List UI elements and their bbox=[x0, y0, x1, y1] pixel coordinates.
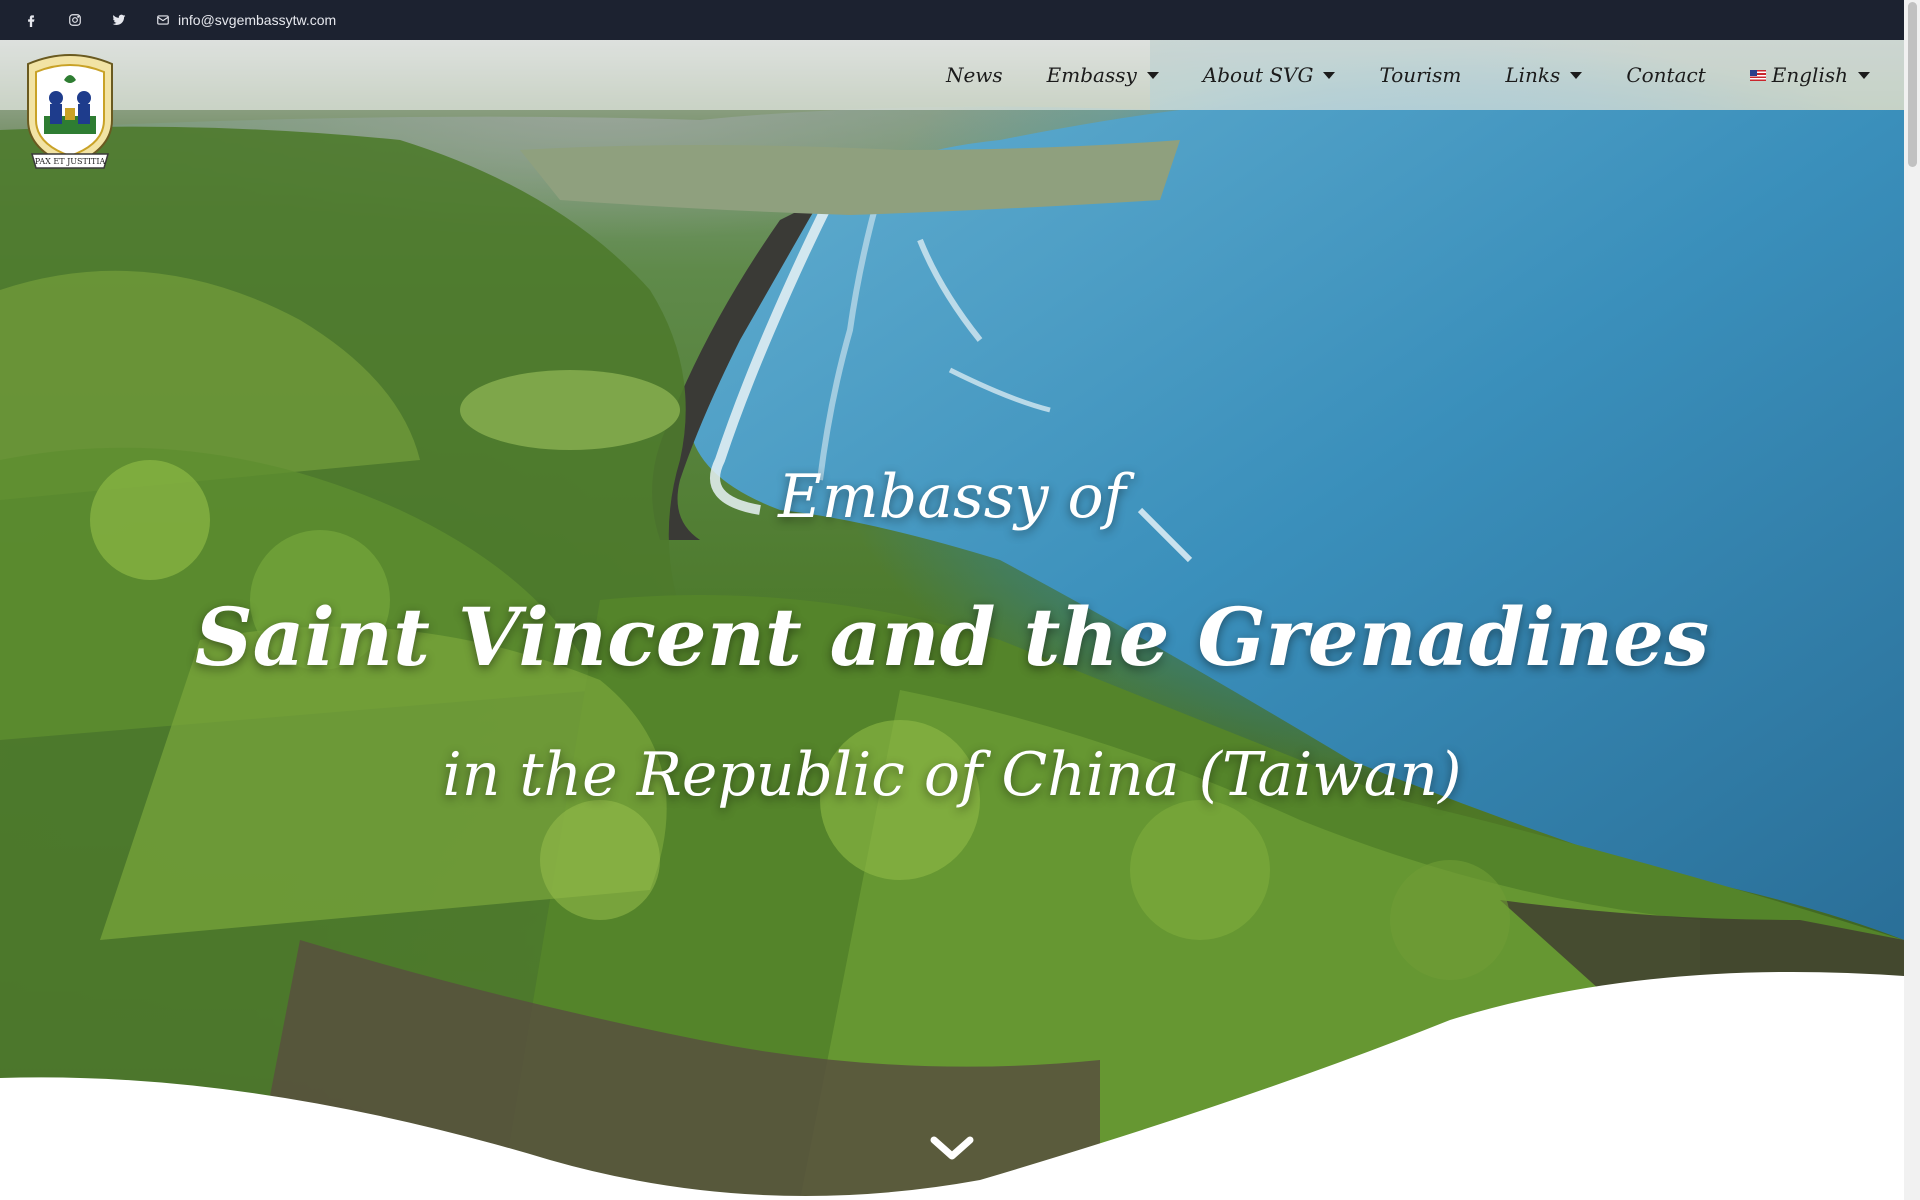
caret-down-icon bbox=[1858, 71, 1870, 79]
hero-line-3: in the Republic of China (Taiwan) bbox=[442, 740, 1462, 810]
caret-down-icon bbox=[1570, 71, 1583, 79]
nav-about-svg[interactable]: About SVG bbox=[1203, 63, 1336, 87]
nav-label: Embassy bbox=[1046, 63, 1137, 87]
mail-icon[interactable] bbox=[154, 11, 172, 29]
facebook-icon[interactable] bbox=[22, 11, 40, 29]
page-scrollbar[interactable] bbox=[1904, 0, 1920, 1200]
svg-text:PAX ET JUSTITIA: PAX ET JUSTITIA bbox=[35, 157, 106, 166]
hero-wave-divider bbox=[0, 971, 1904, 1200]
nav-links[interactable]: Links bbox=[1505, 63, 1583, 87]
nav-tourism[interactable]: Tourism bbox=[1379, 63, 1461, 87]
nav-label: Tourism bbox=[1379, 63, 1462, 87]
contact-email[interactable]: info@svgembassytw.com bbox=[178, 12, 336, 28]
nav-embassy[interactable]: Embassy bbox=[1047, 63, 1159, 87]
language-label: English bbox=[1771, 63, 1848, 87]
caret-down-icon bbox=[1146, 71, 1159, 79]
instagram-icon[interactable] bbox=[66, 11, 84, 29]
scrollbar-thumb[interactable] bbox=[1908, 2, 1917, 167]
nav-contact[interactable]: Contact bbox=[1626, 63, 1705, 87]
top-bar: info@svgembassytw.com bbox=[0, 0, 1904, 40]
nav-label: Contact bbox=[1626, 63, 1706, 87]
us-flag-icon bbox=[1749, 69, 1766, 81]
nav-news[interactable]: News bbox=[946, 63, 1003, 87]
scroll-down-chevron-icon[interactable] bbox=[930, 1134, 974, 1164]
hero-line-1: Embassy of bbox=[778, 462, 1126, 532]
coat-of-arms-logo[interactable]: PAX ET JUSTITIA bbox=[18, 50, 122, 174]
nav-label: Links bbox=[1505, 63, 1561, 87]
twitter-icon[interactable] bbox=[110, 11, 128, 29]
nav-label: News bbox=[945, 63, 1003, 87]
language-selector[interactable]: English bbox=[1749, 63, 1870, 87]
caret-down-icon bbox=[1323, 71, 1336, 79]
nav-label: About SVG bbox=[1202, 63, 1314, 87]
main-nav: News Embassy About SVG Tourism Links Con… bbox=[902, 40, 1870, 110]
hero-title: Saint Vincent and the Grenadines bbox=[194, 590, 1710, 684]
